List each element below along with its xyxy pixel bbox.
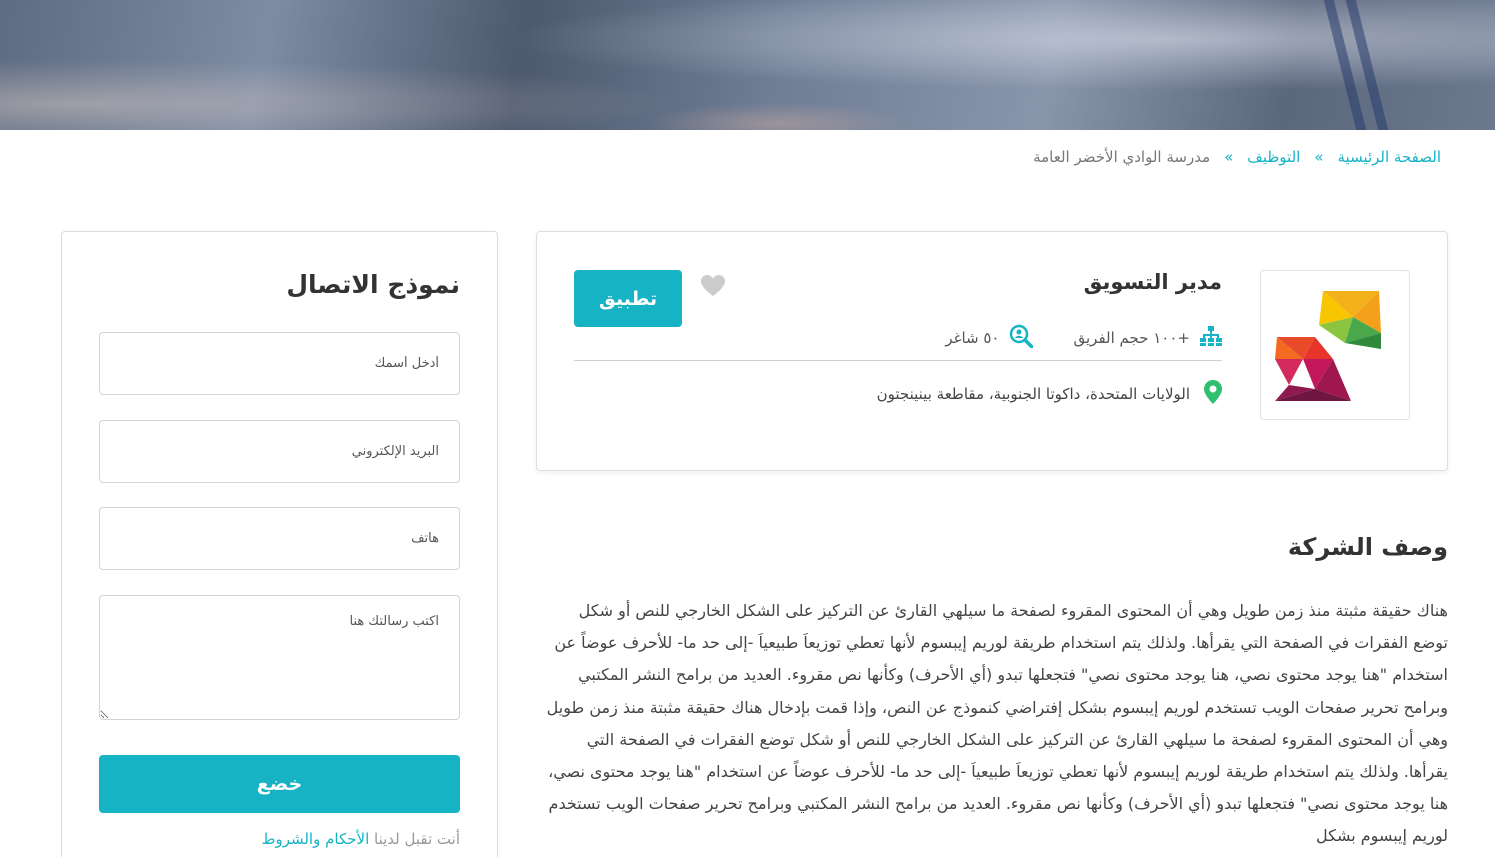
org-chart-icon <box>1200 325 1222 351</box>
heart-icon[interactable] <box>700 274 726 302</box>
name-field[interactable] <box>99 332 460 395</box>
terms-link[interactable]: الأحكام والشروط <box>262 830 370 848</box>
company-description-title: وصف الشركة <box>1287 533 1448 561</box>
terms-notice: أنت تقبل لدينا الأحكام والشروط <box>262 830 460 848</box>
hero-banner <box>0 0 1495 130</box>
company-description-body: هناك حقيقة مثبتة منذ زمن طويل وهي أن الم… <box>546 601 1448 846</box>
job-meta: +١٠٠ حجم الفريق ٥٠ شاغر <box>905 324 1222 352</box>
message-field[interactable] <box>99 595 460 720</box>
job-card: مدير التسويق +١٠٠ حجم الفريق ٥٠ شاغر الو… <box>536 231 1448 471</box>
vacancies: ٥٠ شاغر <box>945 324 1035 352</box>
company-logo <box>1260 270 1410 420</box>
breadcrumb: الصفحة الرئيسية » التوظيف » مدرسة الوادي… <box>1033 148 1441 166</box>
vacancies-label: ٥٠ شاغر <box>945 329 1000 347</box>
submit-button[interactable]: خضع <box>99 755 460 813</box>
divider <box>574 360 1222 361</box>
phone-field[interactable] <box>99 507 460 570</box>
breadcrumb-separator: » <box>1314 148 1324 166</box>
search-user-icon <box>1009 324 1035 352</box>
contact-form-card: نموذج الاتصال خضع أنت تقبل لدينا الأحكام… <box>61 231 498 857</box>
terms-prefix: أنت تقبل لدينا <box>369 830 460 848</box>
breadcrumb-current: مدرسة الوادي الأخضر العامة <box>1033 148 1211 166</box>
location-pin-icon <box>1204 380 1222 408</box>
apply-button[interactable]: تطبيق <box>574 270 682 327</box>
team-size-label: +١٠٠ حجم الفريق <box>1073 329 1190 347</box>
breadcrumb-home-link[interactable]: الصفحة الرئيسية <box>1338 148 1442 166</box>
team-size: +١٠٠ حجم الفريق <box>1073 325 1222 351</box>
breadcrumb-separator: » <box>1224 148 1234 166</box>
contact-form-title: نموذج الاتصال <box>286 270 460 299</box>
breadcrumb-jobs-link[interactable]: التوظيف <box>1247 148 1300 166</box>
job-location: الولايات المتحدة، داكوتا الجنوبية، مقاطع… <box>877 380 1222 408</box>
email-field[interactable] <box>99 420 460 483</box>
company-logo-icon <box>1275 291 1381 401</box>
job-title: مدير التسويق <box>1083 270 1222 294</box>
location-text: الولايات المتحدة، داكوتا الجنوبية، مقاطع… <box>876 385 1190 403</box>
